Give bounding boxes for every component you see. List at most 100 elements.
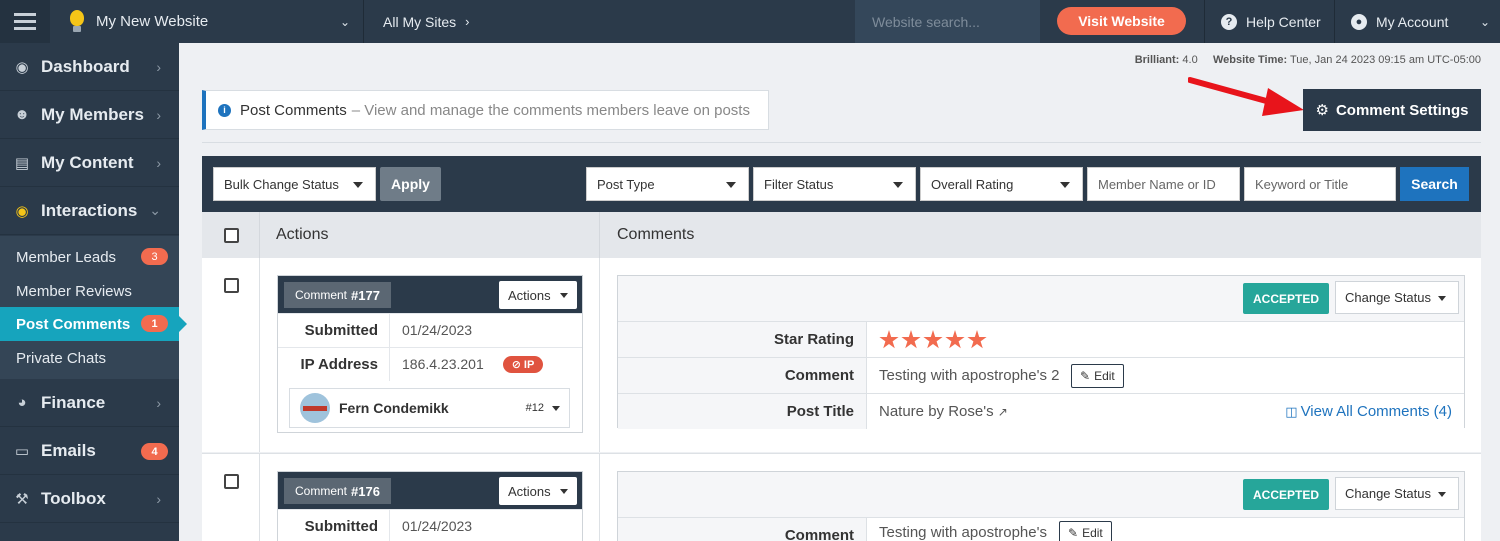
- select-value: Filter Status: [764, 176, 834, 192]
- post-type-select[interactable]: Post Type: [586, 167, 749, 201]
- sidebar-item-interactions[interactable]: ◉ Interactions ⌄: [0, 187, 179, 235]
- comment-text-value: Testing with apostrophe's ✎ Edit: [866, 518, 1464, 541]
- post-title-link[interactable]: Nature by Rose's ↗: [879, 394, 1008, 430]
- divider: [202, 142, 1481, 143]
- sidebar-item-my-members[interactable]: ☻ My Members ›: [0, 91, 179, 139]
- submitted-date: 01/24/2023: [402, 322, 473, 338]
- filter-status-select[interactable]: Filter Status: [753, 167, 916, 201]
- comment-detail-card: ACCEPTED Change Status Comment Testing w…: [617, 471, 1465, 541]
- sidebar-item-finance[interactable]: ◕ Finance ›: [0, 379, 179, 427]
- ip-address: 186.4.23.201: [402, 356, 484, 372]
- sidebar-item-emails[interactable]: ▭ Emails 4: [0, 427, 179, 475]
- search-button[interactable]: Search: [1400, 167, 1469, 201]
- edit-label: Edit: [1082, 526, 1103, 540]
- column-divider: [259, 258, 260, 452]
- column-header-actions: Actions: [276, 226, 329, 243]
- sidebar-subitem-member-reviews[interactable]: Member Reviews: [0, 274, 179, 308]
- post-title-value: Nature by Rose's ↗ ◫ View All Comments (4…: [866, 394, 1464, 429]
- sidebar-item-toolbox[interactable]: ⚒ Toolbox ›: [0, 475, 179, 523]
- comment-summary-card: Comment #176 Actions Submitted 01/24/2023: [277, 471, 583, 541]
- comment-summary-card: Comment #177 Actions Submitted 01/24/2023…: [277, 275, 583, 433]
- caret-down-icon: [726, 182, 736, 188]
- chevron-down-icon: ⌄: [149, 202, 161, 218]
- caret-down-icon: [560, 293, 568, 298]
- ban-ip-button[interactable]: ⊘ IP: [503, 356, 543, 373]
- comment-number-badge: Comment #176: [284, 478, 391, 504]
- my-account-label: My Account: [1376, 13, 1449, 30]
- chevron-down-icon: ⌄: [1479, 14, 1490, 29]
- keyword-input[interactable]: [1244, 167, 1396, 201]
- red-arrow-annotation: [1188, 77, 1304, 116]
- edit-comment-button[interactable]: ✎ Edit: [1059, 521, 1112, 541]
- count-badge: 4: [141, 443, 168, 460]
- comment-text-label: Comment: [784, 527, 854, 541]
- view-all-comments-link[interactable]: ◫ View All Comments (4): [1285, 394, 1452, 429]
- star-icon: [879, 330, 899, 349]
- submitted-row: Submitted 01/24/2023: [278, 509, 582, 541]
- submitted-date: 01/24/2023: [402, 518, 473, 534]
- site-switcher[interactable]: My New Website ⌄: [50, 0, 362, 43]
- caret-down-icon: [552, 406, 560, 411]
- website-time: Tue, Jan 24 2023 09:15 am UTC-05:00: [1290, 54, 1481, 66]
- top-bar: My New Website ⌄ All My Sites › Visit We…: [0, 0, 1500, 43]
- comment-number: #177: [351, 287, 380, 303]
- table-row: Comment #177 Actions Submitted 01/24/2023…: [202, 258, 1481, 452]
- sidebar-item-my-content[interactable]: ▤ My Content ›: [0, 139, 179, 187]
- external-link-icon: ↗: [997, 405, 1008, 419]
- member-name-input[interactable]: [1087, 167, 1240, 201]
- comment-settings-button[interactable]: ⚙ Comment Settings: [1303, 89, 1481, 131]
- sidebar-subitem-member-leads[interactable]: Member Leads 3: [0, 240, 179, 274]
- apply-button[interactable]: Apply: [380, 167, 441, 201]
- change-status-dropdown[interactable]: Change Status: [1335, 477, 1459, 510]
- row-checkbox[interactable]: [224, 474, 239, 489]
- count-badge: 3: [141, 248, 168, 265]
- table-header: Actions Comments: [202, 212, 1481, 258]
- comment-text: Testing with apostrophe's: [879, 524, 1047, 541]
- chevron-right-icon: ›: [465, 14, 470, 29]
- card-header: Comment #177 Actions: [278, 276, 582, 313]
- count-badge: 1: [141, 315, 168, 332]
- all-sites-link[interactable]: All My Sites ›: [363, 0, 493, 43]
- sidebar-subitem-label: Member Leads: [16, 248, 117, 266]
- select-value: Post Type: [597, 176, 655, 192]
- help-center-link[interactable]: ? Help Center: [1204, 0, 1333, 43]
- caret-down-icon: [560, 489, 568, 494]
- row-checkbox[interactable]: [224, 278, 239, 293]
- submitted-label: Submitted: [278, 314, 390, 347]
- comments-icon: ◉: [15, 202, 29, 220]
- edit-comment-button[interactable]: ✎ Edit: [1071, 364, 1124, 388]
- star-rating-row: Star Rating: [618, 321, 1464, 357]
- pencil-icon: ✎: [1068, 526, 1079, 540]
- actions-label: Actions: [508, 483, 551, 499]
- caret-down-icon: [1438, 296, 1446, 301]
- sidebar-subitem-label: Member Reviews: [16, 282, 132, 300]
- chevron-right-icon: ›: [156, 154, 161, 171]
- sidebar-subitem-private-chats[interactable]: Private Chats: [0, 341, 179, 375]
- change-status-dropdown[interactable]: Change Status: [1335, 281, 1459, 314]
- lightbulb-icon: [68, 9, 86, 34]
- select-value: Overall Rating: [931, 176, 1014, 192]
- website-time-label: Website Time:: [1212, 54, 1288, 66]
- select-all-checkbox[interactable]: [224, 228, 239, 243]
- bulk-change-status-select[interactable]: Bulk Change Status: [213, 167, 376, 201]
- column-divider: [599, 212, 600, 258]
- actions-dropdown[interactable]: Actions: [499, 281, 577, 309]
- member-chip[interactable]: Fern Condemikk #12: [289, 388, 570, 428]
- post-title-row: Post Title Nature by Rose's ↗ ◫ View All …: [618, 393, 1464, 429]
- overall-rating-select[interactable]: Overall Rating: [920, 167, 1083, 201]
- sidebar-subitem-post-comments[interactable]: Post Comments 1: [0, 307, 187, 341]
- all-sites-label: All My Sites: [383, 13, 457, 30]
- visit-website-button[interactable]: Visit Website: [1057, 7, 1186, 35]
- actions-dropdown[interactable]: Actions: [499, 477, 577, 505]
- sidebar-item-label: Toolbox: [41, 488, 106, 508]
- pencil-icon: ✎: [1080, 369, 1091, 383]
- sidebar-item-dashboard[interactable]: ◉ Dashboard ›: [0, 43, 179, 91]
- view-all-label: View All Comments (4): [1300, 403, 1452, 420]
- website-search-input[interactable]: [855, 0, 1040, 43]
- menu-toggle-button[interactable]: [0, 0, 50, 43]
- post-title: Nature by Rose's: [879, 403, 994, 420]
- my-account-menu[interactable]: ● My Account ⌄: [1334, 0, 1500, 43]
- sidebar-item-label: Dashboard: [41, 56, 130, 76]
- sidebar-item-label: Emails: [41, 440, 96, 460]
- help-center-label: Help Center: [1246, 13, 1321, 30]
